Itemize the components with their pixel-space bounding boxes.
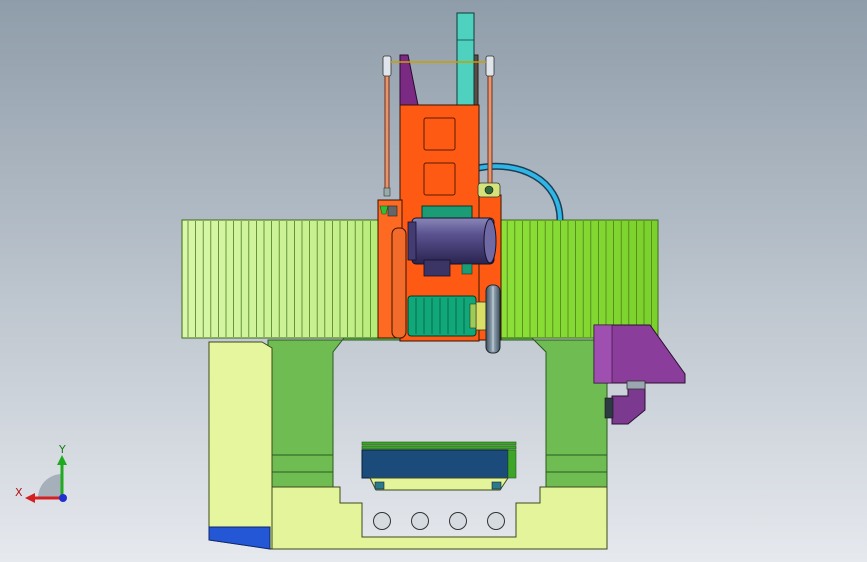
rod-left-cap: [382, 55, 392, 77]
rod-left-foot: [383, 187, 391, 197]
motor-terminal-box: [423, 259, 451, 277]
spindle-nose: [475, 301, 487, 331]
motor-flange: [407, 221, 417, 261]
base-hole-2: [411, 512, 429, 530]
base-hole-1: [373, 512, 391, 530]
spindle-nose-2: [469, 303, 477, 329]
motor-foot: [461, 263, 473, 275]
right-flange: [604, 397, 614, 419]
motor-endcap: [483, 218, 497, 264]
table-top: [361, 449, 509, 479]
table-clamp-left: [374, 481, 385, 490]
left-side-block[interactable]: [208, 341, 273, 550]
right-hood-front: [593, 324, 613, 384]
belt-guard[interactable]: [391, 227, 407, 339]
grinding-wheel[interactable]: [485, 284, 501, 354]
right-coupling: [626, 380, 646, 390]
table-clamp-right: [491, 481, 502, 490]
z-axis-dot: [59, 494, 67, 502]
rod-right-cap: [485, 55, 495, 77]
cad-viewport[interactable]: Y X: [0, 0, 867, 562]
hose-clamp-hole: [484, 185, 494, 195]
column-top-counterweight[interactable]: [456, 12, 475, 106]
spindle-housing[interactable]: [407, 295, 487, 337]
sensor-block: [387, 205, 398, 217]
x-axis-label: X: [15, 486, 23, 499]
table-rail-mid: [361, 445, 517, 450]
spindle-body: [407, 295, 477, 337]
base-hole-3: [449, 512, 467, 530]
table-saddle: [369, 477, 509, 491]
table-rail-top: [361, 441, 517, 446]
worktable[interactable]: [361, 441, 517, 491]
table-side: [507, 449, 517, 479]
base-hole-4: [487, 512, 505, 530]
motor-body: [411, 217, 495, 265]
y-axis-label: Y: [58, 443, 66, 456]
motor-mount-plate: [421, 205, 473, 219]
